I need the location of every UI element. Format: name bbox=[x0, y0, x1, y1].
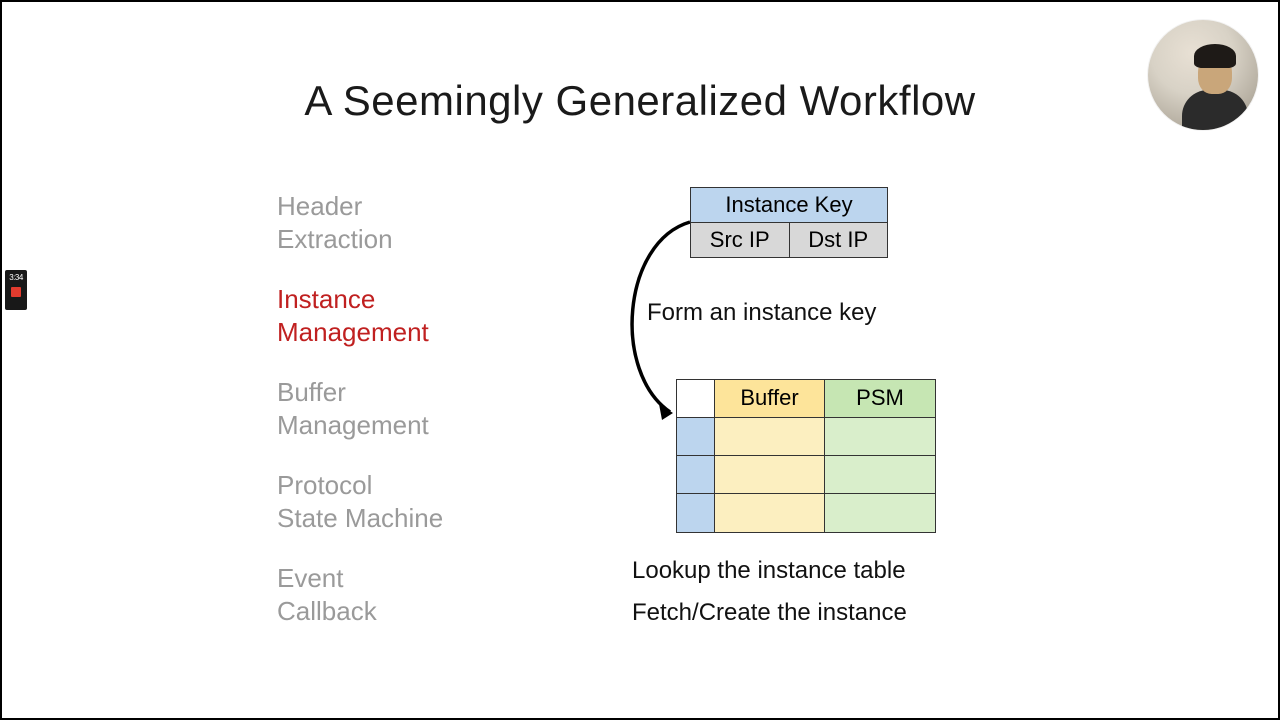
presentation-slide: A Seemingly Generalized Workflow Header … bbox=[2, 2, 1278, 718]
instance-table: Buffer PSM bbox=[676, 379, 936, 533]
step-buffer-management: Buffer Management bbox=[277, 376, 443, 441]
table-cell bbox=[825, 456, 935, 494]
table-header-buffer: Buffer bbox=[715, 380, 825, 418]
instance-key-header: Instance Key bbox=[691, 188, 887, 223]
record-stop-icon[interactable] bbox=[11, 287, 21, 297]
table-row bbox=[677, 494, 935, 532]
step-label: Buffer bbox=[277, 377, 346, 407]
table-cell bbox=[715, 494, 825, 532]
col-src-ip: Src IP bbox=[691, 223, 790, 257]
table-row bbox=[677, 456, 935, 494]
instance-key-box: Instance Key Src IP Dst IP bbox=[690, 187, 888, 258]
presenter-silhouette bbox=[1182, 90, 1248, 130]
step-label: State Machine bbox=[277, 503, 443, 533]
step-event-callback: Event Callback bbox=[277, 562, 443, 627]
table-cell bbox=[677, 494, 715, 532]
table-key-col bbox=[677, 380, 715, 418]
table-cell bbox=[715, 456, 825, 494]
step-label: Management bbox=[277, 317, 429, 347]
timer-value: 3:34 bbox=[5, 270, 27, 282]
step-protocol-state-machine: Protocol State Machine bbox=[277, 469, 443, 534]
table-row bbox=[677, 418, 935, 456]
step-label: Management bbox=[277, 410, 429, 440]
step-header-extraction: Header Extraction bbox=[277, 190, 443, 255]
caption-fetch: Fetch/Create the instance bbox=[632, 599, 907, 627]
recording-timer-widget[interactable]: 3:34 bbox=[5, 270, 27, 310]
table-cell bbox=[677, 418, 715, 456]
col-dst-ip: Dst IP bbox=[790, 223, 888, 257]
step-label: Event bbox=[277, 563, 344, 593]
table-cell bbox=[825, 418, 935, 456]
table-cell bbox=[825, 494, 935, 532]
table-cell bbox=[677, 456, 715, 494]
slide-title: A Seemingly Generalized Workflow bbox=[2, 77, 1278, 125]
table-header-row: Buffer PSM bbox=[677, 380, 935, 418]
instance-key-columns: Src IP Dst IP bbox=[691, 223, 887, 257]
caption-lookup: Lookup the instance table bbox=[632, 557, 906, 585]
step-instance-management: Instance Management bbox=[277, 283, 443, 348]
step-label: Header bbox=[277, 191, 362, 221]
table-cell bbox=[715, 418, 825, 456]
step-label: Extraction bbox=[277, 224, 393, 254]
caption-form-key: Form an instance key bbox=[647, 299, 876, 327]
workflow-step-list: Header Extraction Instance Management Bu… bbox=[277, 190, 443, 655]
step-label: Protocol bbox=[277, 470, 372, 500]
step-label: Callback bbox=[277, 596, 377, 626]
presenter-silhouette bbox=[1194, 44, 1236, 68]
step-label: Instance bbox=[277, 284, 375, 314]
table-header-psm: PSM bbox=[825, 380, 935, 418]
presenter-webcam bbox=[1148, 20, 1258, 130]
